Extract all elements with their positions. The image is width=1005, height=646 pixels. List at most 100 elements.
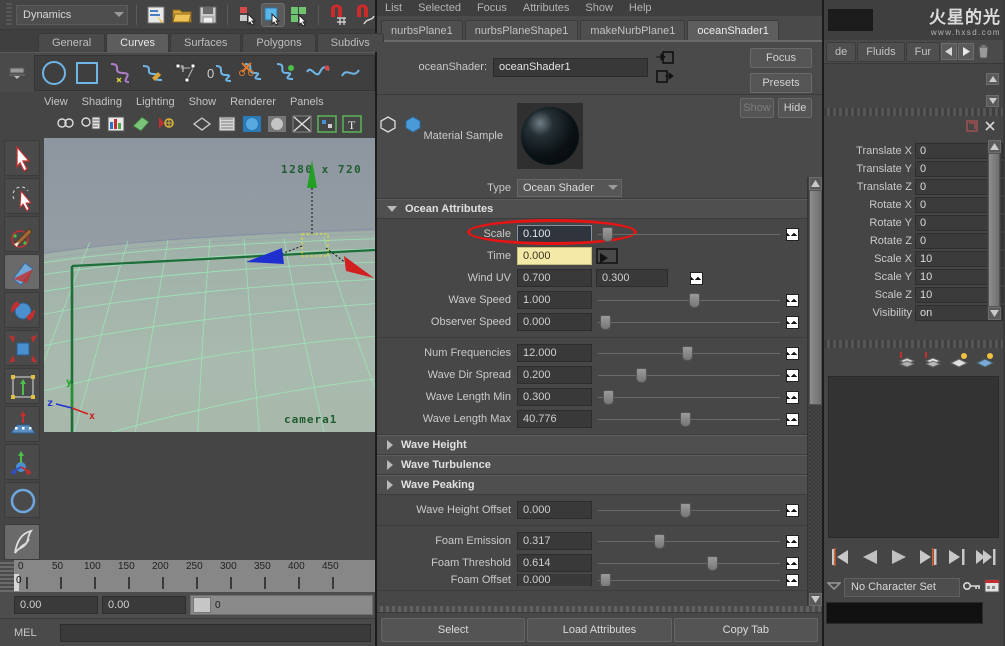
attr-field-wave-dir-spread[interactable]: 0.200 [517, 366, 592, 384]
move-tool-icon[interactable] [4, 254, 40, 290]
new-layer-icon[interactable] [897, 351, 917, 372]
save-scene-icon[interactable] [197, 4, 219, 26]
attr-field-observer-speed[interactable]: 0.000 [517, 313, 592, 331]
attr-slider-wave-speed[interactable] [598, 291, 780, 309]
expand-icon[interactable] [965, 119, 979, 136]
attr-field-foam-emission[interactable]: 0.317 [517, 532, 592, 550]
select-camera-icon[interactable] [55, 114, 77, 136]
map-button-scale[interactable] [786, 227, 799, 241]
auto-key-icon[interactable] [984, 578, 1000, 596]
section-header-ocean-attributes[interactable]: Ocean Attributes [377, 199, 807, 219]
time-slider[interactable]: 0 50 100 150 200 250 300 350 400 450 0 [0, 560, 375, 592]
square-icon[interactable] [72, 58, 102, 88]
shelf-tab-curves[interactable]: Curves [106, 33, 169, 52]
open-scene-icon[interactable] [171, 4, 193, 26]
character-set-field[interactable]: No Character Set [844, 577, 960, 597]
panel-grip[interactable] [824, 108, 1003, 116]
perspective-viewport[interactable]: 1280 x 720 y x z camera1 [44, 138, 375, 560]
scroll-down-icon[interactable] [986, 95, 999, 107]
viewport-menu-panels[interactable]: Panels [290, 96, 324, 108]
last-tool-icon[interactable] [4, 482, 40, 518]
attr-field-wave-length-min[interactable]: 0.300 [517, 388, 592, 406]
attr-slider-num-frequencies[interactable] [598, 344, 780, 362]
lights-icon[interactable] [291, 114, 313, 136]
channel-box-scrollbar[interactable] [987, 140, 1001, 320]
image-plane-icon[interactable] [105, 114, 127, 136]
tab-fur[interactable]: Fur [905, 41, 941, 62]
range-start-field[interactable]: 0.00 [14, 596, 98, 614]
shelf-tab-surfaces[interactable]: Surfaces [169, 33, 242, 52]
pencil-curve-icon[interactable] [171, 58, 201, 88]
show-manipulator-icon[interactable] [4, 444, 40, 480]
delete-icon[interactable] [975, 43, 991, 60]
snap-to-curve-icon[interactable] [353, 3, 375, 26]
text-overlay-icon[interactable]: T [341, 114, 363, 136]
scroll-up-icon[interactable] [987, 140, 1001, 153]
xray-icon[interactable] [377, 114, 399, 136]
ae-menu-show[interactable]: Show [585, 2, 613, 14]
circle-icon[interactable] [39, 58, 69, 88]
attr-field-scale[interactable]: 0.100 [517, 225, 592, 243]
viewport-menu-view[interactable]: View [44, 96, 68, 108]
play-forward-icon[interactable] [888, 547, 910, 567]
select-by-object-icon[interactable] [261, 2, 285, 27]
smooth-curve-icon[interactable] [303, 58, 333, 88]
cv-curve-icon[interactable] [105, 58, 135, 88]
shelf-tab-subdivs[interactable]: Subdivs [316, 33, 384, 52]
soft-modification-icon[interactable] [4, 406, 40, 442]
select-by-component-icon[interactable] [288, 4, 310, 27]
step-back-icon[interactable] [859, 547, 881, 567]
tab-nurbsPlaneShape1[interactable]: nurbsPlaneShape1 [464, 20, 579, 40]
scroll-up-icon[interactable] [808, 177, 822, 190]
shaded-textured-icon[interactable] [266, 114, 288, 136]
map-button-wave-speed[interactable] [786, 293, 799, 307]
map-button-wave-length-min[interactable] [786, 390, 799, 404]
scrollbar-thumb[interactable] [988, 153, 1000, 307]
section-header-wave-turbulence[interactable]: Wave Turbulence [377, 455, 807, 475]
connection-button-time[interactable] [596, 248, 618, 264]
focus-button[interactable]: Focus [750, 48, 812, 68]
attr-field-wave-length-max[interactable]: 40.776 [517, 410, 592, 428]
attr-slider-scale[interactable] [598, 225, 780, 243]
section-header-wave-peaking[interactable]: Wave Peaking [377, 475, 807, 495]
attr-slider-wave-length-max[interactable] [598, 410, 780, 428]
texture-icon[interactable] [316, 114, 338, 136]
go-to-start-icon[interactable] [830, 547, 852, 567]
go-to-end-icon[interactable] [975, 547, 997, 567]
presets-button[interactable]: Presets [750, 73, 812, 93]
attr-field-foam-offset[interactable]: 0.000 [517, 574, 592, 586]
wireframe-icon[interactable] [191, 114, 213, 136]
universal-manipulator-icon[interactable] [4, 368, 40, 404]
snap-to-grid-icon[interactable] [327, 3, 349, 26]
ep-curve-icon[interactable] [138, 58, 168, 88]
script-editor-icon[interactable] [145, 4, 167, 26]
select-tool-icon[interactable] [4, 140, 40, 176]
rebuild-curve-icon[interactable] [336, 58, 366, 88]
lasso-tool-icon[interactable] [4, 178, 40, 214]
next-key-icon[interactable] [946, 547, 968, 567]
tab-fluids[interactable]: Fluids [857, 41, 905, 62]
map-button-wave-length-max[interactable] [786, 412, 799, 426]
attr-slider-wave-dir-spread[interactable] [598, 366, 780, 384]
cut-curve-icon[interactable] [237, 58, 267, 88]
playback-range-bar[interactable]: 0 [190, 595, 373, 615]
tab-makeNurbPlane1[interactable]: makeNurbPlane1 [580, 20, 686, 40]
key-icon[interactable] [962, 579, 981, 596]
range-handle[interactable] [193, 597, 211, 613]
ae-menu-selected[interactable]: Selected [418, 2, 461, 14]
step-forward-icon[interactable] [917, 547, 939, 567]
attr-field-time[interactable]: 0.000 [517, 247, 592, 265]
copy-tab-button[interactable]: Copy Tab [673, 617, 818, 642]
map-button-foam-threshold[interactable] [786, 556, 799, 570]
scrollbar-gutter[interactable] [808, 405, 822, 593]
attr-slider-wave-height-offset[interactable] [598, 501, 780, 519]
two-d-pan-zoom-icon[interactable] [130, 114, 152, 136]
attr-field-num-frequencies[interactable]: 12.000 [517, 344, 592, 362]
node-name-input[interactable]: oceanShader1 [493, 57, 648, 77]
layer-panel-grip[interactable] [824, 340, 1003, 348]
scroll-down-icon[interactable] [987, 307, 1001, 320]
map-button-observer-speed[interactable] [786, 315, 799, 329]
scroll-down-icon[interactable] [808, 593, 822, 606]
layer-display-icon[interactable] [949, 351, 969, 372]
attr-field-foam-threshold[interactable]: 0.614 [517, 554, 592, 572]
